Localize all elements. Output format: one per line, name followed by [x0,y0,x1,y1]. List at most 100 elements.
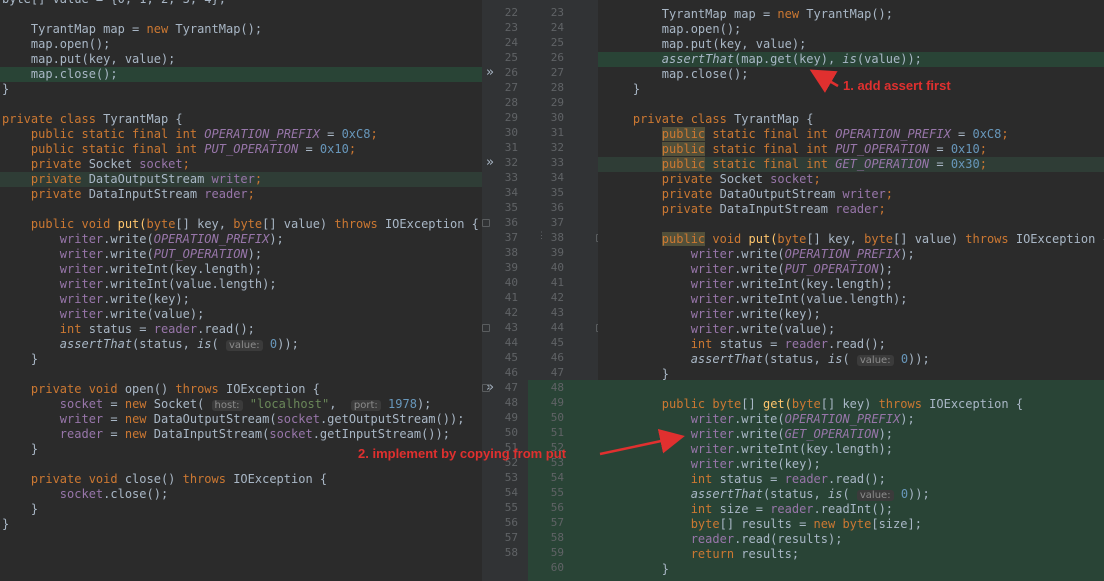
left-code-line[interactable]: } [0,517,482,532]
code-token: OPERATION_PREFIX [784,412,901,426]
left-code-line[interactable]: private class TyrantMap { [0,112,482,127]
right-code-line[interactable] [598,0,1104,7]
left-code-line[interactable] [0,202,482,217]
left-code-line[interactable]: private void open() throws IOException { [0,382,482,397]
code-token: private [30,172,89,186]
right-line-number: 43 [550,306,564,319]
right-code-line[interactable]: writer.writeInt(key.length); [598,277,1104,292]
right-code-line[interactable]: public void put(byte[] key, byte[] value… [598,232,1104,247]
left-code-line[interactable]: socket = new Socket( host: "localhost", … [0,397,482,412]
left-code-line[interactable] [0,97,482,112]
left-code-line[interactable]: reader = new DataInputStream(socket.getI… [0,427,482,442]
left-code-line[interactable]: map.open(); [0,37,482,52]
left-code-line[interactable]: } [0,352,482,367]
left-code-line[interactable]: socket.close(); [0,487,482,502]
right-code-line[interactable]: assertThat(status, is( value: 0)); [598,487,1104,502]
left-code-line[interactable]: public static final int PUT_OPERATION = … [0,142,482,157]
fold-marker-icon[interactable] [482,219,490,227]
left-code-line[interactable]: writer.write(PUT_OPERATION); [0,247,482,262]
left-code-line[interactable]: writer.writeInt(key.length); [0,262,482,277]
right-code-line[interactable]: int size = reader.readInt(); [598,502,1104,517]
left-code-line[interactable] [0,7,482,22]
right-code-line[interactable]: } [598,562,1104,577]
left-code-line[interactable]: TyrantMap map = new TyrantMap(); [0,22,482,37]
left-code-line[interactable]: private DataOutputStream writer; [0,172,482,187]
left-code-line[interactable]: writer.write(value); [0,307,482,322]
left-code-line[interactable]: } [0,502,482,517]
code-token: (map.get(key), [734,52,843,66]
right-code-line[interactable]: private class TyrantMap { [598,112,1104,127]
code-token: map.close(); [2,67,118,81]
code-token: writer [842,187,886,201]
right-code-line[interactable]: public static final int PUT_OPERATION = … [598,142,1104,157]
left-code-line[interactable]: public static final int OPERATION_PREFIX… [0,127,482,142]
right-code-line[interactable]: byte[] results = new byte[size]; [598,517,1104,532]
code-token: [] [741,397,763,411]
left-code-line[interactable]: map.close(); [0,67,482,82]
left-code-line[interactable]: writer.write(OPERATION_PREFIX); [0,232,482,247]
right-code-line[interactable]: assertThat(map.get(key), is(value)); [598,52,1104,67]
code-token: IOException { [1015,232,1104,246]
drag-handle-icon[interactable]: ⋮ [537,231,546,241]
left-code-line[interactable]: int status = reader.read(); [0,322,482,337]
fold-marker-icon[interactable] [482,324,490,332]
left-code-line[interactable]: writer.writeInt(value.length); [0,277,482,292]
left-code-line[interactable]: } [0,82,482,97]
right-code-line[interactable]: writer.write(key); [598,457,1104,472]
right-code-line[interactable]: writer.write(GET_OPERATION); [598,427,1104,442]
code-token: [] key, [175,217,234,231]
right-code-line[interactable]: } [598,367,1104,382]
right-code-line[interactable]: private DataInputStream reader; [598,202,1104,217]
left-code-line[interactable]: assertThat(status, is( value: 0)); [0,337,482,352]
right-code-line[interactable]: writer.writeInt(key.length); [598,442,1104,457]
right-code-line[interactable]: writer.write(key); [598,307,1104,322]
left-code-line[interactable]: private void close() throws IOException … [0,472,482,487]
right-code-line[interactable]: public static final int GET_OPERATION = … [598,157,1104,172]
right-code-line[interactable]: int status = reader.read(); [598,337,1104,352]
right-code-line[interactable]: writer.write(OPERATION_PREFIX); [598,247,1104,262]
left-code-line[interactable] [0,547,482,562]
code-token: writer [690,457,735,471]
left-code-line[interactable]: byte[] value = {0, 1, 2, 3, 4}; [0,0,482,7]
right-code-line[interactable]: map.open(); [598,22,1104,37]
right-code-line[interactable]: assertThat(status, is( value: 0)); [598,352,1104,367]
right-code-line[interactable]: writer.writeInt(value.length); [598,292,1104,307]
left-code-line[interactable] [0,562,482,577]
right-code-line[interactable] [598,382,1104,397]
code-text: assertThat(map.get(key), is(value)); [604,52,922,67]
code-token: private void [30,382,125,396]
apply-change-arrow-icon[interactable]: » [486,65,494,80]
right-code-line[interactable]: writer.write(OPERATION_PREFIX); [598,412,1104,427]
left-line-number: 28 [504,96,518,109]
right-line-number: 56 [550,501,564,514]
left-code-line[interactable]: private DataInputStream reader; [0,187,482,202]
right-code-line[interactable]: public byte[] get(byte[] key) throws IOE… [598,397,1104,412]
right-code-line[interactable] [598,97,1104,112]
code-token: byte [842,517,872,531]
apply-change-arrow-icon[interactable]: » [486,155,494,170]
left-code-line[interactable]: writer.write(key); [0,292,482,307]
left-editor-pane[interactable]: byte[] value = {0, 1, 2, 3, 4}; TyrantMa… [0,0,482,581]
right-code-line[interactable]: writer.write(value); [598,322,1104,337]
left-code-line[interactable]: public void put(byte[] key, byte[] value… [0,217,482,232]
right-code-line[interactable]: return results; [598,547,1104,562]
right-code-line[interactable]: int status = reader.read(); [598,472,1104,487]
code-token: .writeInt(key.length); [103,262,263,276]
right-code-line[interactable] [598,217,1104,232]
right-code-line[interactable]: TyrantMap map = new TyrantMap(); [598,7,1104,22]
left-code-line[interactable]: private Socket socket; [0,157,482,172]
right-code-line[interactable]: private Socket socket; [598,172,1104,187]
right-code-line[interactable]: public static final int OPERATION_PREFIX… [598,127,1104,142]
right-code-line[interactable]: map.put(key, value); [598,37,1104,52]
right-code-line[interactable]: writer.write(PUT_OPERATION); [598,262,1104,277]
left-code-line[interactable] [0,367,482,382]
right-code-line[interactable]: private DataOutputStream writer; [598,187,1104,202]
code-token: is [827,352,843,366]
left-code-line[interactable]: writer = new DataOutputStream(socket.get… [0,412,482,427]
left-code-line[interactable] [0,532,482,547]
right-code-line[interactable]: reader.read(results); [598,532,1104,547]
fold-marker-icon[interactable] [482,384,490,392]
left-code-line[interactable]: map.put(key, value); [0,52,482,67]
